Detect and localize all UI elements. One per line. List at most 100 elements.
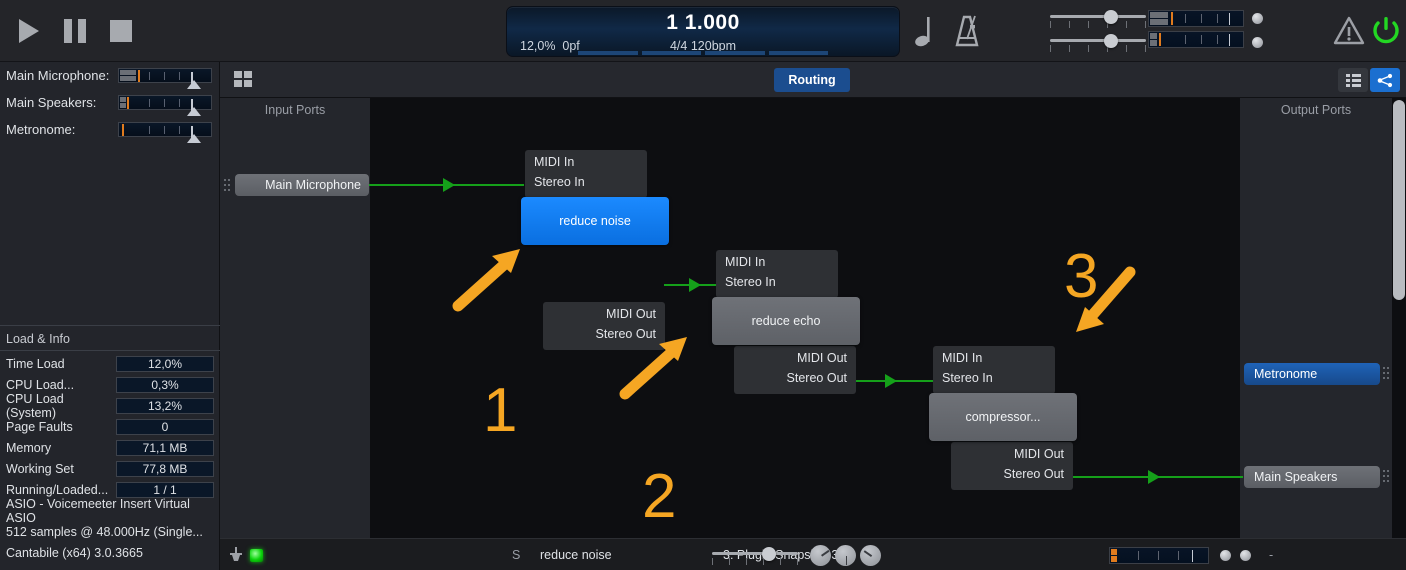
- stereo-out-label: Stereo Out: [786, 371, 847, 385]
- load-info-value: 12,0%: [116, 355, 214, 372]
- canvas-scrollbar-thumb[interactable]: [1393, 100, 1405, 300]
- load-info-row: Working Set 77,8 MB: [0, 458, 220, 479]
- status-bar: S reduce noise 3: Plugin Snapshot 3 -: [220, 538, 1406, 570]
- load-info-row: Page Faults 0: [0, 416, 220, 437]
- master-slider-2-knob[interactable]: [1104, 34, 1118, 48]
- transport-display[interactable]: 1 1.000 12,0% 0pf 4/4 120bpm: [506, 6, 900, 57]
- wire-arrow: [443, 178, 455, 192]
- sidebar-divider: [0, 325, 220, 326]
- main-speakers-fader-handle[interactable]: [187, 107, 201, 116]
- load-info-label: Time Load: [6, 356, 65, 371]
- master-meter-1: [1148, 10, 1244, 27]
- annotation-arrow-2: [615, 332, 695, 407]
- grid-icon[interactable]: [234, 71, 252, 89]
- plugin-knob-2[interactable]: [835, 545, 856, 566]
- load-info-label: Page Faults: [6, 419, 73, 434]
- main-microphone-fader-handle[interactable]: [187, 80, 201, 89]
- plugin-knob-3[interactable]: [860, 545, 881, 566]
- master-slider-2[interactable]: [1050, 34, 1146, 54]
- main-speakers-drag-handle[interactable]: [1383, 467, 1389, 485]
- play-icon: [19, 18, 39, 43]
- plug-icon[interactable]: [228, 547, 244, 564]
- wire-arrow: [885, 374, 897, 388]
- mixer-row: Main Speakers:: [0, 89, 219, 116]
- master-slider-1[interactable]: [1050, 10, 1146, 30]
- load-info-value: 71,1 MB: [116, 439, 214, 456]
- plugin-body-reduce-echo[interactable]: reduce echo: [712, 297, 860, 345]
- wire-arrow: [1148, 470, 1160, 484]
- plugin-output-ports: MIDI Out Stereo Out: [951, 442, 1073, 490]
- midi-in-label: MIDI In: [942, 351, 983, 365]
- stereo-in-label: Stereo In: [534, 175, 585, 189]
- plugin-output-meter: [1109, 547, 1209, 564]
- plugin-body-reduce-noise[interactable]: reduce noise: [521, 197, 669, 245]
- pause-button[interactable]: [60, 16, 90, 46]
- output-port-main-speakers[interactable]: Main Speakers: [1244, 466, 1380, 488]
- sidebar-divider: [0, 350, 220, 351]
- plugin-extra-label: -: [1269, 548, 1274, 562]
- annotation-arrow-1: [448, 244, 528, 319]
- midi-out-label: MIDI Out: [796, 351, 847, 365]
- output-port-metronome[interactable]: Metronome: [1244, 363, 1380, 385]
- load-info-label: CPU Load...: [6, 377, 75, 392]
- load-info-row: Memory 71,1 MB: [0, 437, 220, 458]
- audio-driver-info: ASIO - Voicemeeter Insert Virtual ASIO: [6, 496, 190, 525]
- midi-out-label: MIDI Out: [1013, 447, 1064, 461]
- load-info-value: 0,3%: [116, 376, 214, 393]
- mixer-label: Main Speakers:: [6, 95, 97, 110]
- mixer-label: Metronome:: [6, 122, 76, 137]
- stereo-in-label: Stereo In: [942, 371, 993, 385]
- load-info-value: 0: [116, 418, 214, 435]
- main-microphone-drag-handle[interactable]: [224, 176, 230, 194]
- canvas-scrollbar[interactable]: [1392, 98, 1406, 538]
- active-led[interactable]: [250, 549, 263, 562]
- warning-triangle-icon[interactable]: [1332, 14, 1366, 48]
- plugin-knob-1[interactable]: [810, 545, 831, 566]
- metronome-fader-handle[interactable]: [187, 134, 201, 143]
- app-version-info: Cantabile (x64) 3.0.3665: [6, 545, 143, 560]
- input-ports-title: Input Ports: [264, 103, 326, 117]
- transport-toolbar: 1 1.000 12,0% 0pf 4/4 120bpm: [0, 0, 1406, 62]
- master-led-2[interactable]: [1252, 37, 1263, 48]
- load-info-label: Running/Loaded...: [6, 482, 109, 497]
- routing-toolbar: Routing: [220, 62, 1406, 98]
- annotation-number-1: 1: [483, 376, 518, 445]
- beat-indicator: [578, 51, 828, 55]
- plugin-led-2[interactable]: [1240, 550, 1251, 561]
- annotation-number-3: 3: [1064, 242, 1099, 311]
- routing-canvas[interactable]: Input Ports Output Ports Main Microphone…: [220, 98, 1406, 538]
- transport-buttons: [0, 16, 136, 46]
- selected-plugin-name[interactable]: reduce noise: [540, 548, 612, 562]
- list-view-icon[interactable]: [1338, 68, 1368, 92]
- routing-graph-icon[interactable]: [1370, 68, 1400, 92]
- plugin-led-1[interactable]: [1220, 550, 1231, 561]
- input-port-main-microphone[interactable]: Main Microphone: [235, 174, 369, 196]
- left-sidebar: Main Microphone: Main Speakers: Metronom…: [0, 62, 220, 570]
- mixer-label: Main Microphone:: [6, 68, 110, 83]
- metronome-drag-handle[interactable]: [1383, 364, 1389, 382]
- mixer-row: Main Microphone:: [0, 62, 219, 89]
- midi-in-label: MIDI In: [725, 255, 766, 269]
- metronome-icon[interactable]: [950, 13, 984, 49]
- quarter-note-icon[interactable]: [912, 13, 942, 49]
- solo-button[interactable]: S: [512, 548, 520, 562]
- stop-button[interactable]: [106, 16, 136, 46]
- play-button[interactable]: [14, 16, 44, 46]
- load-info-value: 77,8 MB: [116, 460, 214, 477]
- power-icon[interactable]: [1370, 14, 1402, 48]
- annotation-number-2: 2: [642, 462, 677, 531]
- plugin-gain-slider-knob[interactable]: [762, 547, 776, 561]
- stop-icon: [110, 19, 132, 42]
- load-info-row: Time Load 12,0%: [0, 353, 220, 374]
- load-info-value: 1 / 1: [116, 481, 214, 498]
- input-ports-panel: Input Ports: [220, 98, 370, 538]
- tab-routing[interactable]: Routing: [774, 68, 850, 92]
- load-info-label: Working Set: [6, 461, 74, 476]
- load-info-list: Time Load 12,0% CPU Load... 0,3% CPU Loa…: [0, 353, 220, 563]
- pause-icon: [64, 18, 86, 43]
- wire-echo-to-compressor: [856, 380, 944, 382]
- master-led-1[interactable]: [1252, 13, 1263, 24]
- plugin-gain-slider[interactable]: [712, 547, 798, 565]
- master-slider-1-knob[interactable]: [1104, 10, 1118, 24]
- plugin-body-compressor[interactable]: compressor...: [929, 393, 1077, 441]
